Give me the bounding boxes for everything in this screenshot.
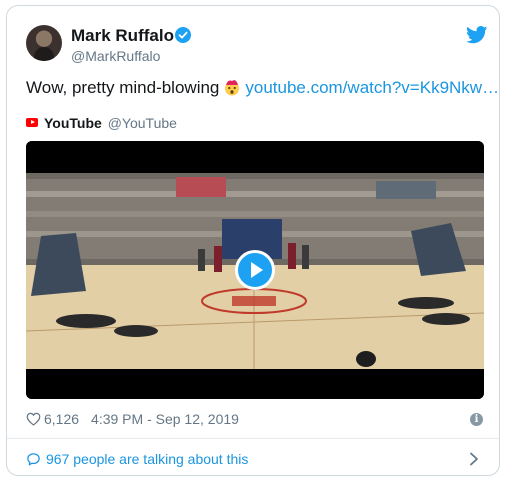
tweet-timestamp[interactable]: 4:39 PM - Sep 12, 2019 <box>91 411 239 427</box>
video-player[interactable] <box>26 141 484 399</box>
conversation-text[interactable]: 967 people are talking about this <box>46 451 248 467</box>
chevron-right-icon[interactable] <box>469 452 479 466</box>
verified-badge-icon <box>175 27 191 43</box>
speech-bubble-icon <box>27 453 40 466</box>
tweet-meta: 6,126 4:39 PM - Sep 12, 2019 <box>26 411 239 427</box>
source-name[interactable]: YouTube <box>44 115 102 131</box>
heart-icon[interactable] <box>26 412 41 426</box>
play-icon[interactable] <box>235 250 275 290</box>
avatar[interactable] <box>26 25 62 61</box>
twitter-bird-icon[interactable] <box>466 26 488 44</box>
source-handle[interactable]: @YouTube <box>108 115 177 131</box>
tweet-text: Wow, pretty mind-blowing youtube.com/wat… <box>26 78 499 98</box>
author-name[interactable]: Mark Ruffalo <box>71 26 174 46</box>
author-handle[interactable]: @MarkRuffalo <box>71 48 160 64</box>
divider <box>7 438 499 439</box>
info-icon[interactable]: i <box>470 413 483 426</box>
video-link[interactable]: youtube.com/watch?v=Kk9Nkw… <box>245 78 499 97</box>
tweet-text-body: Wow, pretty mind-blowing <box>26 78 220 97</box>
conversation-link[interactable]: 967 people are talking about this <box>26 451 248 467</box>
like-count[interactable]: 6,126 <box>44 411 79 427</box>
youtube-logo-icon <box>26 118 38 127</box>
tweet-card[interactable]: Mark Ruffalo @MarkRuffalo Wow, pretty mi… <box>6 5 500 476</box>
link-source[interactable]: YouTube @YouTube <box>26 115 177 131</box>
exploding-head-icon <box>225 80 240 96</box>
